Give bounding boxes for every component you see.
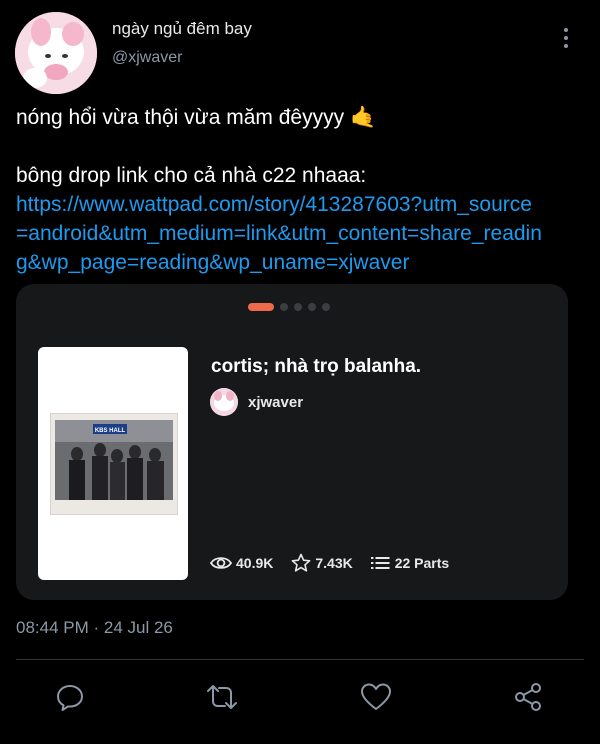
author-avatar[interactable] — [210, 388, 238, 416]
carousel-dot[interactable] — [322, 302, 330, 311]
tweet-timestamp[interactable]: 08:44 PM · 24 Jul 26 — [16, 618, 173, 638]
group-photo: KBS HALL — [55, 420, 173, 500]
star-icon — [291, 553, 311, 572]
avatar-illustration — [15, 12, 97, 94]
story-title[interactable]: cortis; nhà trọ balanha. — [211, 356, 421, 378]
carousel-dot[interactable] — [308, 302, 316, 311]
like-icon — [361, 683, 391, 710]
carousel-dot-active[interactable] — [248, 302, 274, 311]
reply-icon — [57, 685, 83, 711]
votes-count: 7.43K — [315, 555, 353, 571]
like-button[interactable] — [359, 680, 393, 714]
tweet-link-line-1[interactable]: https://www.wattpad.com/story/413287603?… — [16, 190, 592, 219]
tweet-line-2: bông drop link cho cả nhà c22 nhaaa: — [16, 164, 367, 187]
parts-stat: 22 Parts — [370, 555, 450, 571]
story-cover[interactable]: KBS HALL — [38, 347, 188, 580]
parts-count: 22 Parts — [394, 555, 450, 571]
share-icon — [515, 683, 541, 711]
retweet-button[interactable] — [205, 680, 239, 714]
list-icon — [370, 557, 390, 569]
author-name[interactable]: xjwaver — [248, 394, 303, 411]
retweet-icon — [207, 685, 237, 709]
tweet-link-line-3[interactable]: g&wp_page=reading&wp_uname=xjwaver — [16, 248, 592, 277]
more-vertical-icon[interactable] — [556, 28, 576, 52]
carousel-dot[interactable] — [294, 302, 302, 311]
user-handle[interactable]: @xjwaver — [112, 49, 182, 67]
story-stats: 40.9K 7.43K 22 Parts — [210, 553, 467, 573]
tweet-line-1: nóng hổi vừa thội vừa măm đêyyyy 🤙 — [16, 106, 377, 129]
carousel-dot[interactable] — [280, 302, 288, 311]
votes-stat: 7.43K — [291, 553, 353, 573]
divider — [16, 659, 584, 660]
reply-button[interactable] — [53, 680, 87, 714]
kbs-hall-sign: KBS HALL — [95, 428, 126, 434]
cover-photo: KBS HALL — [50, 413, 178, 515]
link-preview-card[interactable]: KBS HALL cortis; nhà trọ balanha. xjwave… — [16, 284, 568, 600]
eye-icon — [210, 557, 232, 569]
tweet-body: nóng hổi vừa thội vừa măm đêyyyy 🤙 bông … — [16, 103, 592, 277]
user-avatar[interactable] — [15, 12, 97, 94]
reads-count: 40.9K — [236, 555, 274, 571]
tweet-link-line-2[interactable]: =android&utm_medium=link&utm_content=sha… — [16, 219, 592, 248]
reads-stat: 40.9K — [210, 555, 273, 571]
author-avatar-illustration — [210, 388, 238, 416]
carousel-indicator — [248, 302, 336, 311]
share-button[interactable] — [511, 680, 545, 714]
tweet-actions — [0, 680, 600, 714]
display-name[interactable]: ngày ngủ đêm bay — [112, 19, 252, 39]
